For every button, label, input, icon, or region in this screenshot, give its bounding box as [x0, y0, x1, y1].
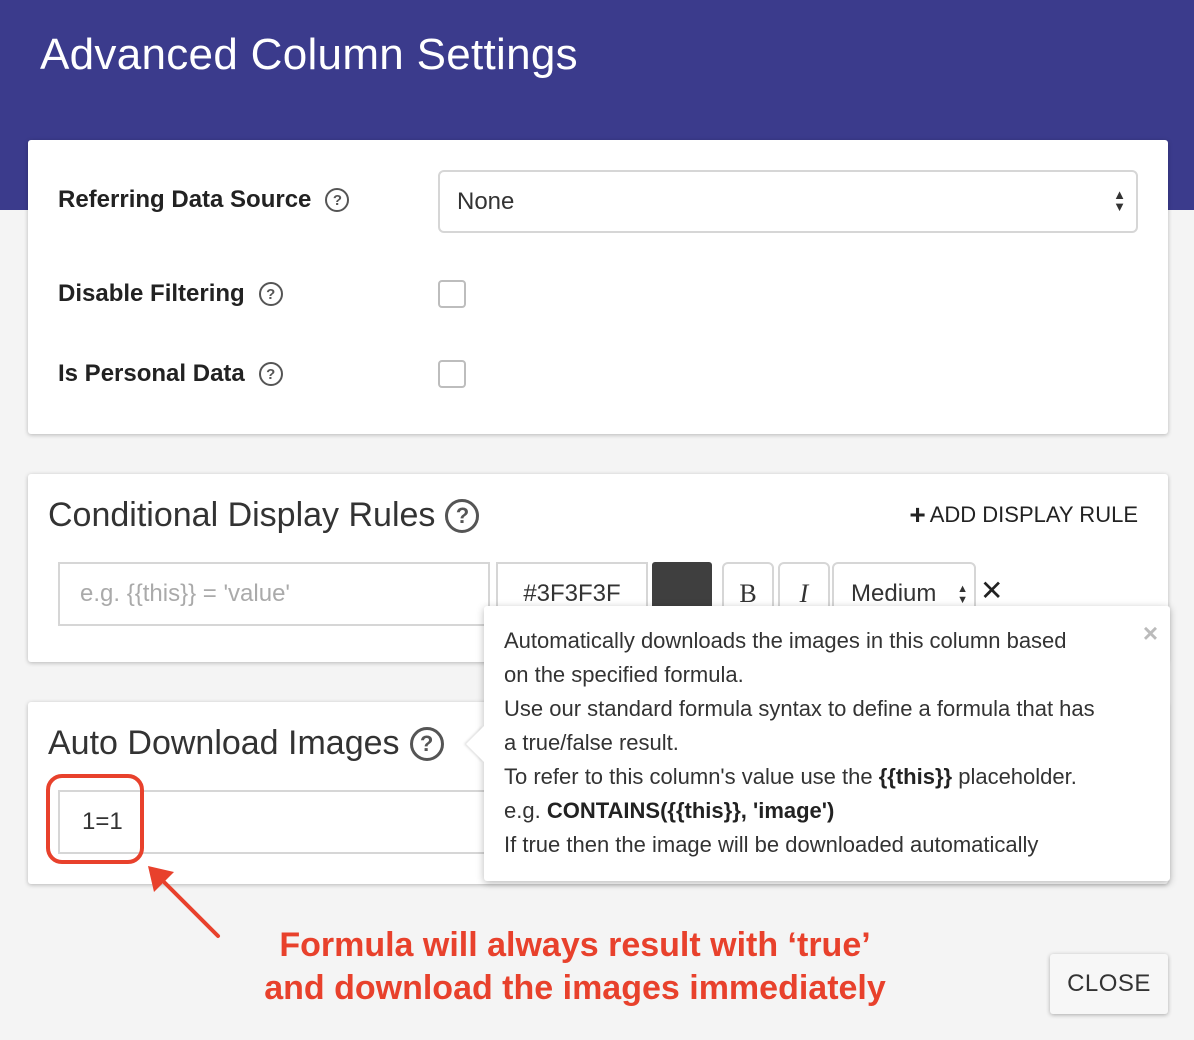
help-icon[interactable]: ? — [325, 188, 350, 212]
annotation-highlight-box — [46, 774, 144, 864]
personal-data-checkbox[interactable] — [438, 360, 466, 388]
auto-download-title: Auto Download Images — [48, 724, 400, 762]
referring-source-label: Referring Data Source — [58, 186, 312, 213]
auto-download-title-row: Auto Download Images ? — [48, 724, 444, 763]
plus-icon: + — [909, 499, 926, 530]
rule-formula-input[interactable]: e.g. {{this}} = 'value' — [58, 562, 490, 626]
annotation-text: Formula will always result with ‘true’ a… — [264, 926, 886, 1007]
tooltip-line: Automatically downloads the images in th… — [504, 628, 1067, 653]
tooltip-line: If true then the image will be downloade… — [504, 832, 1039, 857]
help-icon[interactable]: ? — [258, 282, 283, 306]
disable-filtering-checkbox[interactable] — [438, 280, 466, 308]
help-icon[interactable]: ? — [445, 498, 480, 533]
help-icon[interactable]: ? — [258, 362, 283, 386]
referring-source-select[interactable]: None ▲ ▼ — [438, 170, 1138, 233]
help-tooltip: × Automatically downloads the images in … — [466, 606, 1170, 881]
display-rules-title-row: Conditional Display Rules ? — [48, 496, 480, 535]
tooltip-line: To refer to this column's value use the … — [504, 764, 1077, 789]
general-settings-card: Referring Data Source ? None ▲ ▼ Disable … — [28, 140, 1168, 434]
close-button[interactable]: CLOSE — [1050, 954, 1168, 1014]
disable-filtering-label: Disable Filtering — [58, 280, 245, 307]
help-icon[interactable]: ? — [409, 726, 444, 761]
remove-rule-icon[interactable]: ✕ — [980, 574, 1003, 607]
rule-size-value: Medium — [851, 580, 937, 607]
select-arrows-icon: ▲ ▼ — [1113, 187, 1126, 214]
select-arrows-icon: ▲ ▼ — [957, 583, 968, 606]
tooltip-pointer — [466, 726, 484, 762]
tooltip-line: Use our standard formula syntax to defin… — [504, 696, 1095, 721]
dialog-title: Advanced Column Settings — [40, 30, 578, 79]
referring-source-row: Referring Data Source ? — [58, 186, 350, 214]
display-rules-title: Conditional Display Rules — [48, 496, 436, 534]
add-display-rule-label: ADD DISPLAY RULE — [929, 502, 1138, 527]
disable-filtering-row: Disable Filtering ? — [58, 280, 283, 308]
tooltip-line: e.g. CONTAINS({{this}}, 'image') — [504, 798, 835, 823]
personal-data-label: Is Personal Data — [58, 360, 245, 387]
tooltip-line: on the specified formula. — [504, 662, 744, 687]
referring-source-value: None — [457, 187, 515, 215]
tooltip-close-icon[interactable]: × — [1143, 616, 1158, 650]
add-display-rule-button[interactable]: + ADD DISPLAY RULE — [909, 499, 1138, 530]
personal-data-row: Is Personal Data ? — [58, 360, 283, 388]
tooltip-line: a true/false result. — [504, 730, 679, 755]
